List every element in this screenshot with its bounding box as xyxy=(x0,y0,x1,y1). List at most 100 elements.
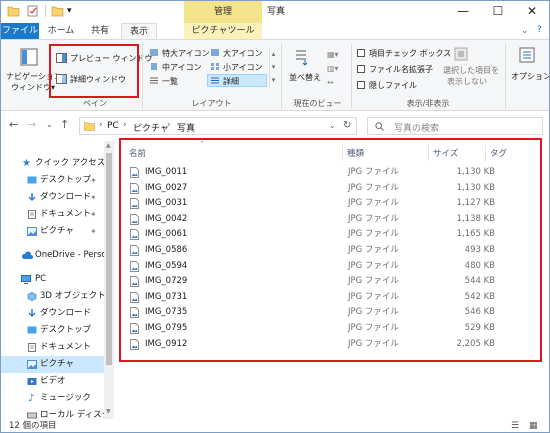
maximize-button[interactable]: ☐ xyxy=(481,1,515,23)
nav-item-downloads[interactable]: ダウンロード ✦ xyxy=(1,189,104,206)
back-arrow-icon[interactable]: ← xyxy=(9,118,18,131)
customize-qa-icon[interactable]: ▾ xyxy=(67,5,80,17)
nav-item-onedrive[interactable]: OneDrive - Person xyxy=(1,247,104,264)
file-extensions-toggle[interactable] xyxy=(357,65,365,73)
breadcrumb-pictures[interactable]: ピクチャ xyxy=(133,121,169,134)
nav-item-music[interactable]: ♪ ミュージック xyxy=(1,390,104,407)
nav-item-desktop-pc[interactable]: デスクトップ xyxy=(1,322,104,339)
file-extensions-label[interactable]: ファイル名拡張子 xyxy=(369,64,433,75)
table-row[interactable]: IMG_0011 JPG ファイル 1,130 KB xyxy=(129,165,529,180)
layout-details[interactable]: 詳細 xyxy=(223,76,239,87)
options-button[interactable]: オプション xyxy=(511,71,549,82)
group-by-icon[interactable]: ▦▾ xyxy=(327,50,339,59)
tab-picture-tools[interactable]: ピクチャツール xyxy=(184,23,262,40)
breadcrumb-pc[interactable]: PC xyxy=(107,121,119,131)
tab-home[interactable]: ホーム xyxy=(43,23,79,40)
table-row[interactable]: IMG_0031 JPG ファイル 1,127 KB xyxy=(129,196,529,211)
properties-icon[interactable] xyxy=(26,5,39,17)
add-columns-icon[interactable]: ▥▾ xyxy=(327,64,339,73)
table-row[interactable]: IMG_0795 JPG ファイル 529 KB xyxy=(129,321,529,336)
large-icons-icon[interactable] xyxy=(210,48,220,57)
new-folder-icon[interactable] xyxy=(51,5,64,17)
layout-small[interactable]: 小アイコン xyxy=(223,62,263,73)
preview-pane-button[interactable]: プレビュー ウィンドウ xyxy=(70,53,153,64)
tab-share[interactable]: 共有 xyxy=(83,23,117,40)
table-row[interactable]: IMG_0735 JPG ファイル 546 KB xyxy=(129,305,529,320)
hide-selected-icon[interactable] xyxy=(453,46,469,62)
nav-item-videos[interactable]: ビデオ xyxy=(1,373,104,390)
recent-dropdown-icon[interactable]: ⌄ xyxy=(46,120,53,129)
preview-pane-icon[interactable] xyxy=(56,53,67,63)
pin-icon[interactable]: ✦ xyxy=(90,172,97,189)
table-row[interactable]: IMG_0731 JPG ファイル 542 KB xyxy=(129,290,529,305)
column-size[interactable]: サイズ xyxy=(433,147,458,161)
column-tags[interactable]: タグ xyxy=(490,147,507,161)
tab-view[interactable]: 表示 xyxy=(121,23,157,40)
details-icon[interactable] xyxy=(210,76,220,85)
table-row[interactable]: IMG_0042 JPG ファイル 1,138 KB xyxy=(129,212,529,227)
hide-selected-label-2[interactable]: 表示しない xyxy=(447,76,487,87)
sort-icon[interactable] xyxy=(293,48,309,66)
column-type[interactable]: 種類 xyxy=(347,147,364,161)
column-separator[interactable] xyxy=(428,145,429,161)
layout-large[interactable]: 大アイコン xyxy=(223,48,263,59)
nav-item-desktop[interactable]: デスクトップ ✦ xyxy=(1,172,104,189)
details-view-icon[interactable]: ☰ xyxy=(511,419,519,432)
table-row[interactable]: IMG_0594 JPG ファイル 480 KB xyxy=(129,259,529,274)
column-separator[interactable] xyxy=(342,145,343,161)
address-dropdown-icon[interactable]: ⌄ xyxy=(329,121,336,130)
layout-medium[interactable]: 中アイコン xyxy=(162,62,202,73)
layout-extra-large[interactable]: 特大アイコン xyxy=(162,48,210,59)
nav-item-local-disk[interactable]: ローカル ディスク xyxy=(1,407,104,419)
chevron-down-icon[interactable]: ⌄ xyxy=(521,26,529,36)
table-row[interactable]: IMG_0729 JPG ファイル 544 KB xyxy=(129,274,529,289)
address-field[interactable]: › PC › ピクチャ › 写真 ⌄ ↻ xyxy=(79,117,357,135)
nav-scrollbar[interactable]: ▲ ▼ xyxy=(104,141,114,419)
nav-item-pictures[interactable]: ピクチャ ✦ xyxy=(1,223,104,240)
extra-large-icons-icon[interactable] xyxy=(149,48,159,57)
details-pane-icon[interactable] xyxy=(56,74,67,84)
layout-list[interactable]: 一覧 xyxy=(162,76,178,87)
layout-scroll-arrows[interactable]: ▴ ▾ ▾ xyxy=(269,48,277,88)
forward-arrow-icon[interactable]: → xyxy=(27,118,36,131)
hide-selected-label[interactable]: 選択した項目を xyxy=(443,65,499,76)
refresh-icon[interactable]: ↻ xyxy=(343,120,351,131)
table-row[interactable]: IMG_0586 JPG ファイル 493 KB xyxy=(129,243,529,258)
minimize-button[interactable]: — xyxy=(446,1,480,23)
hidden-files-label[interactable]: 隠しファイル xyxy=(369,80,417,91)
nav-item-3d-objects[interactable]: 3D オブジェクト xyxy=(1,288,104,305)
scroll-thumb[interactable] xyxy=(106,153,112,365)
search-box[interactable]: 写真の検索 xyxy=(367,117,543,135)
table-row[interactable]: IMG_0912 JPG ファイル 2,205 KB xyxy=(129,337,529,352)
large-icons-view-icon[interactable]: ▦ xyxy=(529,419,538,432)
close-button[interactable]: ✕ xyxy=(515,1,549,23)
help-icon[interactable]: ? xyxy=(537,25,542,35)
sort-label[interactable]: 並べ替え xyxy=(289,72,321,83)
item-checkbox-toggle[interactable] xyxy=(357,49,365,57)
column-separator[interactable] xyxy=(485,145,486,161)
tab-file[interactable]: ファイル xyxy=(1,23,39,40)
pin-icon[interactable]: ✦ xyxy=(90,223,97,240)
column-name[interactable]: 名前 xyxy=(129,147,146,161)
pin-icon[interactable]: ✦ xyxy=(90,189,97,206)
nav-item-documents[interactable]: ドキュメント ✦ xyxy=(1,206,104,223)
breadcrumb-photos[interactable]: 写真 xyxy=(177,121,195,134)
nav-item-pictures-pc[interactable]: ピクチャ xyxy=(1,356,104,373)
up-arrow-icon[interactable]: ↑ xyxy=(60,118,69,131)
item-checkbox-label[interactable]: 項目チェック ボックス xyxy=(369,48,451,59)
nav-item-pc[interactable]: PC xyxy=(1,271,104,288)
scroll-down-icon[interactable]: ▼ xyxy=(106,408,111,415)
scroll-up-icon[interactable]: ▲ xyxy=(106,142,111,149)
folder-icon[interactable] xyxy=(7,5,20,17)
hidden-files-toggle[interactable] xyxy=(357,81,365,89)
navigation-pane-icon[interactable] xyxy=(20,48,38,66)
options-icon[interactable] xyxy=(518,46,536,64)
size-columns-icon[interactable]: ↔ xyxy=(327,78,334,87)
nav-item-quick-access[interactable]: ★ クイック アクセス xyxy=(1,155,104,172)
table-row[interactable]: IMG_0027 JPG ファイル 1,130 KB xyxy=(129,181,529,196)
nav-item-documents-pc[interactable]: ドキュメント xyxy=(1,339,104,356)
details-pane-button[interactable]: 詳細ウィンドウ xyxy=(70,74,126,85)
medium-icons-icon[interactable] xyxy=(149,62,159,71)
list-icon[interactable] xyxy=(149,76,159,85)
pin-icon[interactable]: ✦ xyxy=(90,206,97,223)
